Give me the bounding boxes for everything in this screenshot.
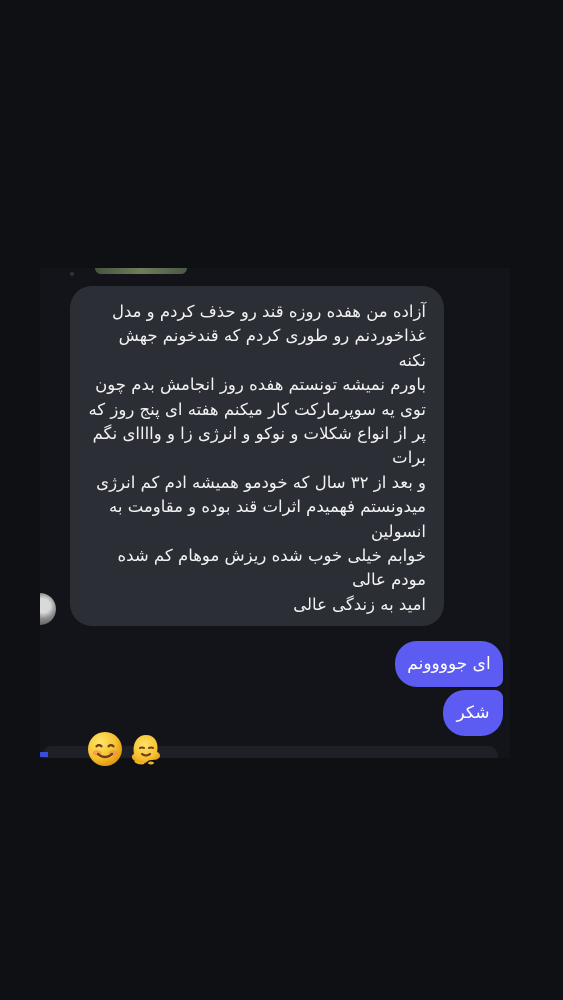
- outgoing-message-bubble[interactable]: ای جوووونم: [395, 641, 503, 687]
- outgoing-message-text: ای جوووونم: [407, 654, 491, 674]
- previous-media-preview[interactable]: [95, 268, 187, 274]
- emoji-row: [86, 730, 164, 770]
- melting-face-emoji-icon[interactable]: [126, 730, 164, 768]
- incoming-message-line: باورم نمیشه تونستم هفده روز انجامش بدم چ…: [88, 375, 426, 468]
- chat-screenshot: آزاده من هفده روزه قند رو حذف کردم و مدل…: [0, 0, 563, 1000]
- smiling-face-emoji-icon[interactable]: [86, 730, 124, 768]
- panel-dot: [70, 272, 74, 276]
- incoming-message-line: امید به زندگی عالی: [293, 594, 426, 614]
- input-accent: [40, 752, 48, 757]
- outgoing-message-bubble[interactable]: شکر: [443, 690, 503, 736]
- incoming-message-line: خوابم خیلی خوب شده ریزش موهام کم شده مود…: [117, 546, 426, 590]
- incoming-message-line: آزاده من هفده روزه قند رو حذف کردم و مدل…: [111, 302, 426, 370]
- incoming-message-line: و بعد از ۳۲ سال که خودمو همیشه ادم کم ان…: [96, 472, 426, 541]
- incoming-message-bubble[interactable]: آزاده من هفده روزه قند رو حذف کردم و مدل…: [70, 286, 444, 626]
- outgoing-message-text: شکر: [456, 703, 490, 723]
